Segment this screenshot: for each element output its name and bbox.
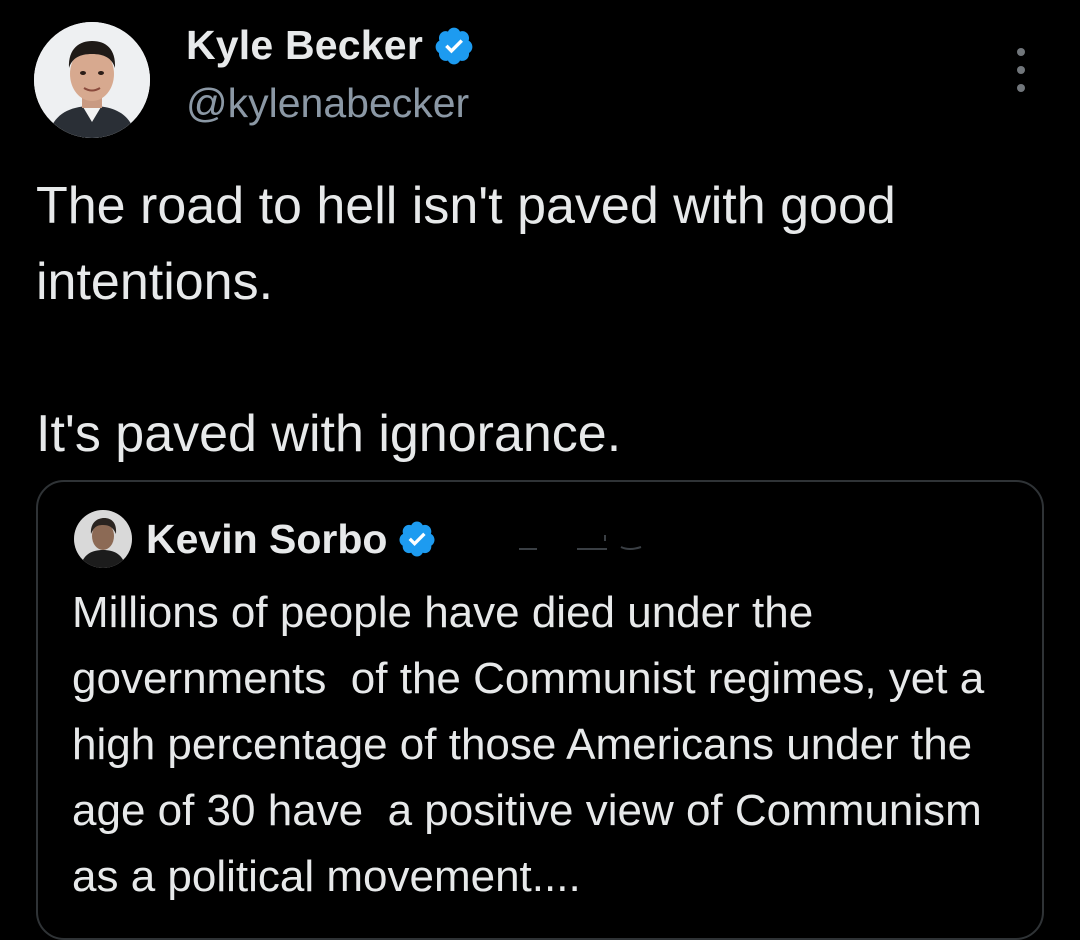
quoted-tweet-text: Millions of people have died under the g… bbox=[72, 588, 997, 901]
author-name-row: Kyle Becker bbox=[186, 22, 475, 69]
redacted-handle bbox=[517, 533, 647, 553]
more-dot bbox=[1017, 66, 1025, 74]
quoted-author-avatar bbox=[74, 510, 132, 568]
tweet-text: The road to hell isn't paved with good i… bbox=[36, 177, 896, 463]
profile-photo-icon bbox=[34, 22, 150, 138]
tweet: Kyle Becker @kylenabecker The road to he… bbox=[0, 0, 1080, 940]
author-avatar[interactable] bbox=[34, 22, 150, 138]
verified-badge-icon bbox=[433, 25, 475, 67]
quoted-author-row: Kevin Sorbo bbox=[74, 510, 647, 568]
verified-badge-icon bbox=[397, 519, 437, 559]
more-options-icon[interactable] bbox=[1004, 48, 1038, 92]
author-handle[interactable]: @kylenabecker bbox=[186, 80, 469, 127]
more-dot bbox=[1017, 48, 1025, 56]
author-display-name[interactable]: Kyle Becker bbox=[186, 22, 423, 69]
profile-photo-icon bbox=[74, 510, 132, 568]
more-dot bbox=[1017, 84, 1025, 92]
quoted-author-display-name: Kevin Sorbo bbox=[146, 515, 388, 562]
quoted-tweet-card[interactable]: Kevin Sorbo Millions of people have died… bbox=[36, 480, 1044, 940]
